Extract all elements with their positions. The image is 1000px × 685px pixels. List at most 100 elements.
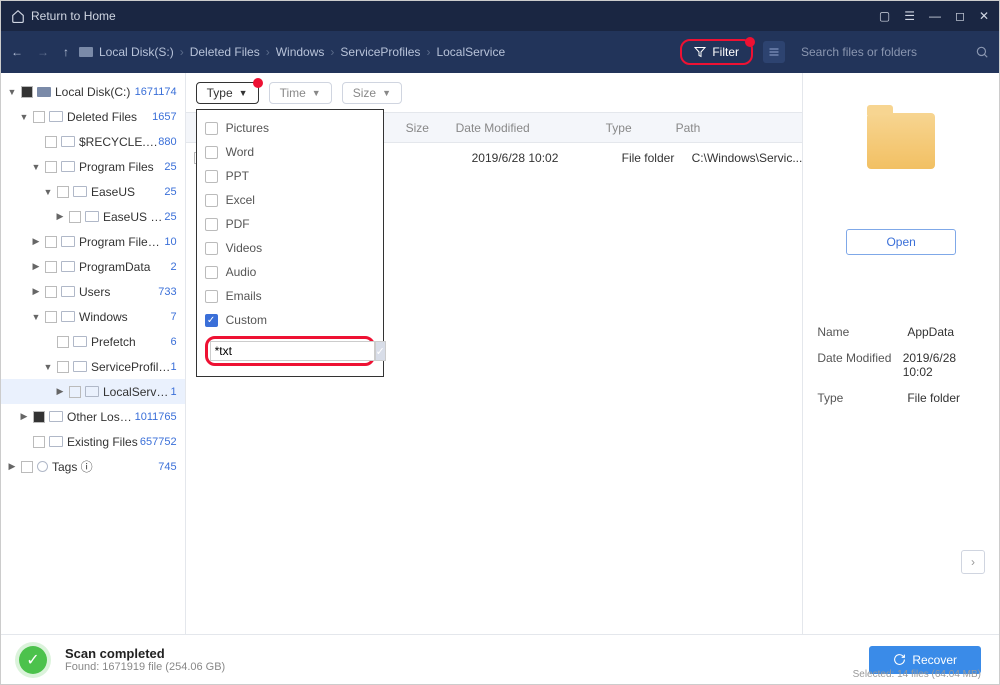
sidebar-item[interactable]: ▶EaseUS Data Recove...25 xyxy=(1,204,185,229)
custom-filter-input[interactable] xyxy=(210,341,375,361)
tree-count: 733 xyxy=(158,286,176,298)
tree-toggle-icon[interactable]: ▶ xyxy=(31,286,41,297)
back-arrow-icon[interactable]: ← xyxy=(11,45,23,59)
filter-type[interactable]: Type ▼ xyxy=(196,82,259,104)
filter-option[interactable]: PPT xyxy=(197,164,383,188)
open-button[interactable]: Open xyxy=(846,229,956,255)
up-arrow-icon[interactable]: ↑ xyxy=(63,45,69,59)
option-checkbox[interactable] xyxy=(205,146,218,159)
tree-checkbox[interactable] xyxy=(33,411,45,423)
breadcrumb-item[interactable]: Windows xyxy=(276,45,325,59)
filter-option[interactable]: Emails xyxy=(197,284,383,308)
tree-checkbox[interactable] xyxy=(45,286,57,298)
tree-toggle-icon[interactable]: ▶ xyxy=(31,236,41,247)
folder-icon xyxy=(85,386,99,397)
tree-toggle-icon[interactable]: ▼ xyxy=(43,187,53,197)
tree-toggle-icon[interactable]: ▼ xyxy=(43,362,53,372)
tree-label: Local Disk(C:) xyxy=(55,85,135,99)
close-icon[interactable]: ✕ xyxy=(979,9,989,23)
search-input[interactable] xyxy=(795,39,965,65)
tree-checkbox[interactable] xyxy=(57,361,69,373)
filter-option[interactable]: Word xyxy=(197,140,383,164)
tree-toggle-icon[interactable]: ▶ xyxy=(31,261,41,272)
tree-toggle-icon[interactable]: ▼ xyxy=(7,87,17,97)
option-checkbox[interactable] xyxy=(205,242,218,255)
filter-option[interactable]: PDF xyxy=(197,212,383,236)
sidebar-item[interactable]: Existing Files657752 xyxy=(1,429,185,454)
option-checkbox[interactable] xyxy=(205,218,218,231)
option-checkbox[interactable] xyxy=(205,290,218,303)
filter-option[interactable]: ✓Custom xyxy=(197,308,383,332)
tree-toggle-icon[interactable]: ▶ xyxy=(55,386,65,397)
search-icon[interactable] xyxy=(975,45,989,59)
sidebar-item[interactable]: ▼ServiceProfiles1 xyxy=(1,354,185,379)
apply-filter-button[interactable]: ✓ xyxy=(375,341,386,361)
sidebar-item[interactable]: ▼Local Disk(C:)1671174 xyxy=(1,79,185,104)
tree-checkbox[interactable] xyxy=(69,386,81,398)
tree-checkbox[interactable] xyxy=(45,261,57,273)
tree-checkbox[interactable] xyxy=(33,111,45,123)
layout-icon[interactable]: ▢ xyxy=(879,9,890,23)
breadcrumb-item[interactable]: LocalService xyxy=(436,45,505,59)
sidebar-item[interactable]: ▼Program Files25 xyxy=(1,154,185,179)
tree-toggle-icon[interactable]: ▼ xyxy=(31,162,41,172)
disk-icon xyxy=(79,47,93,57)
tree-checkbox[interactable] xyxy=(57,336,69,348)
filter-time[interactable]: Time▼ xyxy=(269,82,332,104)
sidebar-item[interactable]: Prefetch6 xyxy=(1,329,185,354)
menu-lines-icon[interactable]: ☰ xyxy=(904,9,915,23)
tree-label: Existing Files xyxy=(67,435,140,449)
folder-icon xyxy=(61,136,75,147)
tree-checkbox[interactable] xyxy=(45,136,57,148)
list-menu-icon[interactable] xyxy=(763,41,785,63)
filter-option[interactable]: Excel xyxy=(197,188,383,212)
tree-checkbox[interactable] xyxy=(45,311,57,323)
tree-toggle-icon[interactable]: ▶ xyxy=(7,461,17,472)
option-checkbox[interactable]: ✓ xyxy=(205,314,218,327)
tree-checkbox[interactable] xyxy=(57,186,69,198)
breadcrumb-item[interactable]: Local Disk(S:) xyxy=(99,45,174,59)
forward-arrow-icon[interactable]: → xyxy=(37,45,49,59)
sidebar-item[interactable]: ▶ProgramData2 xyxy=(1,254,185,279)
next-arrow-button[interactable]: › xyxy=(961,550,985,574)
tree-toggle-icon[interactable]: ▼ xyxy=(31,312,41,322)
sidebar-item[interactable]: ▶Program Files (x86)10 xyxy=(1,229,185,254)
breadcrumb-item[interactable]: Deleted Files xyxy=(190,45,260,59)
tree-checkbox[interactable] xyxy=(45,161,57,173)
filter-option[interactable]: Pictures xyxy=(197,116,383,140)
sidebar-item[interactable]: ▶Users733 xyxy=(1,279,185,304)
option-checkbox[interactable] xyxy=(205,194,218,207)
tree-checkbox[interactable] xyxy=(21,86,33,98)
minimize-icon[interactable]: — xyxy=(929,9,941,23)
tree-toggle-icon[interactable]: ▶ xyxy=(19,411,29,422)
tree-toggle-icon[interactable]: ▼ xyxy=(19,112,29,122)
tree-checkbox[interactable] xyxy=(69,211,81,223)
sidebar-item[interactable]: ▼Windows7 xyxy=(1,304,185,329)
scan-status-sub: Found: 1671919 file (254.06 GB) xyxy=(65,661,225,673)
filter-option[interactable]: Videos xyxy=(197,236,383,260)
option-checkbox[interactable] xyxy=(205,122,218,135)
sidebar-item[interactable]: ▶LocalService1 xyxy=(1,379,185,404)
tree-toggle-icon[interactable]: ▶ xyxy=(55,211,65,222)
return-home[interactable]: Return to Home xyxy=(11,9,879,23)
tree-checkbox[interactable] xyxy=(21,461,33,473)
folder-icon xyxy=(73,361,87,372)
option-checkbox[interactable] xyxy=(205,266,218,279)
tree-checkbox[interactable] xyxy=(45,236,57,248)
return-home-label: Return to Home xyxy=(31,9,116,23)
sidebar-item[interactable]: $RECYCLE.BIN880 xyxy=(1,129,185,154)
tree-checkbox[interactable] xyxy=(33,436,45,448)
sidebar-item[interactable]: ▼EaseUS25 xyxy=(1,179,185,204)
filter-button[interactable]: Filter xyxy=(680,39,753,65)
breadcrumb-item[interactable]: ServiceProfiles xyxy=(340,45,420,59)
tree-count: 1011765 xyxy=(135,411,177,423)
sidebar-item[interactable]: ▼Deleted Files1657 xyxy=(1,104,185,129)
maximize-icon[interactable]: ◻ xyxy=(955,9,965,23)
sidebar-item[interactable]: ▶Tags ⓘ745 xyxy=(1,454,185,479)
sidebar-item[interactable]: ▶Other Lost Files1011765 xyxy=(1,404,185,429)
filter-option[interactable]: Audio xyxy=(197,260,383,284)
folder-icon xyxy=(61,161,75,172)
option-checkbox[interactable] xyxy=(205,170,218,183)
filter-size[interactable]: Size▼ xyxy=(342,82,402,104)
tree-count: 880 xyxy=(158,136,176,148)
